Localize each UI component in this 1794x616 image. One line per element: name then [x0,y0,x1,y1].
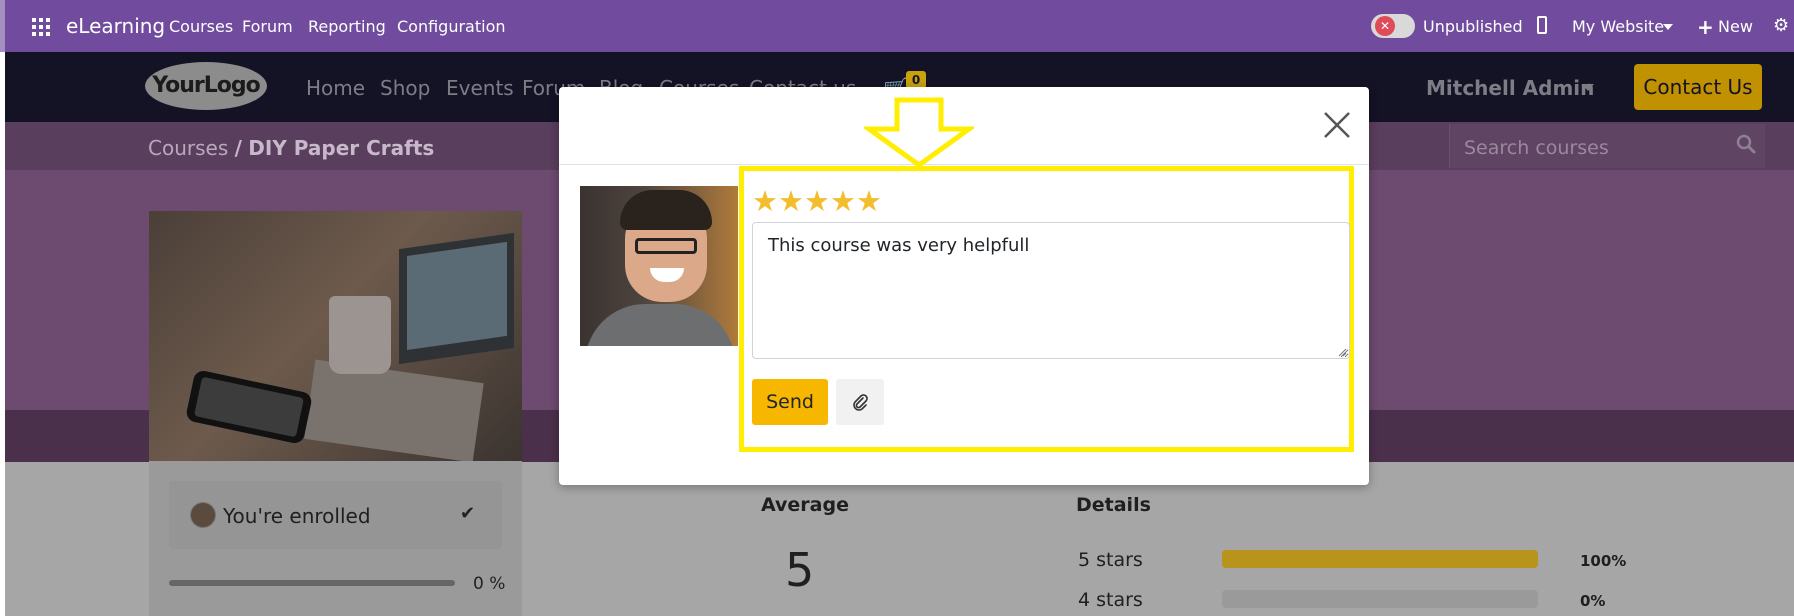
attach-button[interactable] [836,379,884,425]
breadcrumb-root[interactable]: Courses [148,136,228,160]
average-rating-value: 5 [785,543,815,597]
send-button[interactable]: Send [752,379,828,425]
nav-home[interactable]: Home [306,76,365,100]
website-selector[interactable]: My Website [1572,17,1664,36]
nav-events[interactable]: Events [446,76,514,100]
app-name[interactable]: eLearning [66,14,165,38]
menu-forum[interactable]: Forum [242,17,293,36]
down-arrow-icon [864,97,974,169]
close-icon[interactable] [1322,110,1352,140]
nav-shop[interactable]: Shop [380,76,430,100]
odoo-top-bar: eLearning Courses Forum Reporting Config… [0,0,1794,52]
publish-status-label[interactable]: Unpublished [1423,17,1523,36]
menu-reporting[interactable]: Reporting [308,17,386,36]
rating-row-label: 5 stars [1078,549,1143,571]
user-menu[interactable]: Mitchell Admin [1426,76,1594,100]
star-rating-input[interactable]: ★ ★ ★ ★ ★ [752,187,882,216]
course-progress-bar [169,580,455,586]
check-icon: ✔ [460,503,476,524]
star-icon[interactable]: ★ [856,187,882,216]
search-placeholder: Search courses [1464,137,1609,159]
caret-down-icon [1582,84,1594,91]
avatar [190,502,216,528]
breadcrumb-separator: / [234,136,242,160]
details-heading: Details [1076,494,1151,516]
star-icon[interactable]: ★ [778,187,804,216]
plus-icon[interactable]: + [1697,15,1714,39]
menu-configuration[interactable]: Configuration [397,17,506,36]
menu-courses[interactable]: Courses [169,17,233,36]
publish-toggle[interactable]: ✕ [1371,14,1415,38]
star-icon[interactable]: ★ [804,187,830,216]
reviewer-avatar [580,186,738,346]
breadcrumb-current: DIY Paper Crafts [248,136,435,160]
course-cover-image [149,211,522,461]
apps-grid-icon[interactable] [32,18,50,36]
rating-percent: 100% [1580,552,1627,570]
gear-icon[interactable]: ⚙ [1773,15,1789,36]
mobile-icon[interactable] [1537,16,1547,34]
breadcrumb: Courses / DIY Paper Crafts [148,136,434,160]
search-icon[interactable] [1736,134,1756,154]
course-progress-value: 0 % [473,574,506,594]
paperclip-icon [853,394,868,411]
rating-bar [1222,590,1538,608]
enrolled-status: You're enrolled [223,504,371,528]
site-logo[interactable]: YourLogo [145,62,267,110]
caret-down-icon [1663,24,1673,30]
rating-row-label: 4 stars [1078,589,1143,611]
rating-bar-fill [1222,550,1538,568]
new-button[interactable]: New [1718,17,1753,36]
contact-us-button[interactable]: Contact Us [1634,64,1762,110]
star-icon[interactable]: ★ [752,187,778,216]
resize-handle-icon[interactable] [1337,347,1347,357]
star-icon[interactable]: ★ [830,187,856,216]
rating-bar [1222,550,1538,568]
rating-percent: 0% [1580,592,1606,610]
review-textarea[interactable]: This course was very helpfull [752,222,1350,359]
average-heading: Average [761,494,849,516]
toggle-x-icon: ✕ [1375,16,1395,36]
